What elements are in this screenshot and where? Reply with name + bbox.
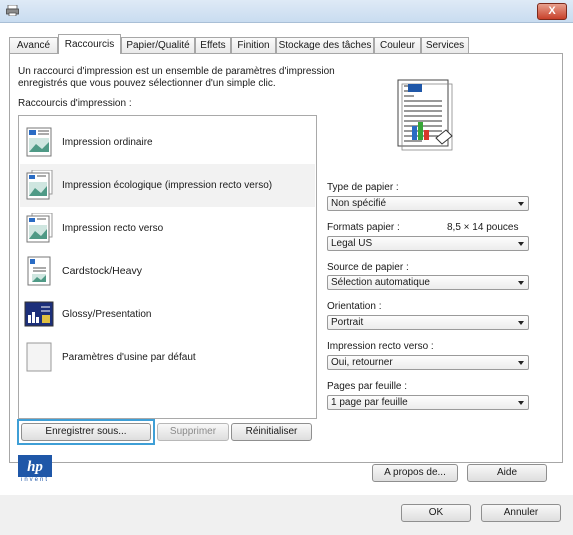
paper-size-value: Legal US	[331, 238, 373, 249]
orientation-select[interactable]: Portrait	[327, 315, 529, 330]
paper-size-label: Formats papier :	[327, 222, 400, 233]
save-as-button[interactable]: Enregistrer sous...	[21, 423, 151, 441]
shortcut-glossy-presentation[interactable]: Glossy/Presentation	[20, 293, 315, 336]
shortcut-label: Paramètres d'usine par défaut	[62, 352, 196, 363]
paper-type-label: Type de papier :	[327, 182, 399, 193]
blank-document-icon	[26, 342, 52, 372]
tab-services[interactable]: Services	[421, 37, 469, 53]
pages-per-sheet-label: Pages par feuille :	[327, 381, 408, 392]
about-button[interactable]: A propos de...	[372, 464, 458, 482]
tab-avance[interactable]: Avancé	[9, 37, 58, 53]
intro-line-2: enregistrés que vous pouvez sélectionner…	[18, 78, 276, 89]
document-preview-icon	[397, 79, 453, 151]
orientation-value: Portrait	[331, 317, 364, 328]
paper-source-value: Sélection automatique	[331, 277, 430, 288]
pages-per-sheet-select[interactable]: 1 page par feuille	[327, 395, 529, 410]
close-button[interactable]: X	[537, 3, 567, 20]
shortcut-label: Impression recto verso	[62, 223, 164, 234]
tab-stockage[interactable]: Stockage des tâches	[276, 37, 374, 53]
cardstock-icon	[27, 256, 51, 286]
paper-size-dimensions: 8,5 × 14 pouces	[447, 222, 519, 233]
shortcut-label: Glossy/Presentation	[62, 309, 152, 320]
ok-button[interactable]: OK	[401, 504, 471, 522]
shortcuts-list[interactable]: Impression ordinaire Impression écologiq…	[18, 115, 317, 419]
help-button[interactable]: Aide	[467, 464, 547, 482]
chevron-down-icon	[518, 281, 524, 285]
hp-logo-icon: hp	[18, 455, 52, 477]
tab-papier-qualite[interactable]: Papier/Qualité	[121, 37, 195, 53]
shortcut-impression-ordinaire[interactable]: Impression ordinaire	[20, 121, 315, 164]
shortcuts-list-label: Raccourcis d'impression :	[18, 98, 132, 109]
hp-tagline: invent	[20, 477, 49, 483]
shortcut-label: Cardstock/Heavy	[62, 265, 142, 277]
presentation-icon	[24, 301, 54, 327]
shortcut-impression-recto-verso[interactable]: Impression recto verso	[20, 207, 315, 250]
svg-text:hp: hp	[27, 459, 43, 475]
chevron-down-icon	[518, 321, 524, 325]
cancel-button[interactable]: Annuler	[481, 504, 561, 522]
duplex-label: Impression recto verso :	[327, 341, 434, 352]
shortcut-label: Impression écologique (impression recto …	[62, 180, 273, 191]
printer-icon	[6, 5, 19, 16]
chevron-down-icon	[518, 202, 524, 206]
title-bar: X	[0, 0, 573, 23]
tab-effets[interactable]: Effets	[195, 37, 231, 53]
tab-couleur[interactable]: Couleur	[374, 37, 421, 53]
duplex-value: Oui, retourner	[331, 357, 393, 368]
paper-source-label: Source de papier :	[327, 262, 409, 273]
paper-source-select[interactable]: Sélection automatique	[327, 275, 529, 290]
shortcut-cardstock[interactable]: Cardstock/Heavy	[20, 250, 315, 293]
paper-size-select[interactable]: Legal US	[327, 236, 529, 251]
reset-button[interactable]: Réinitialiser	[231, 423, 312, 441]
chevron-down-icon	[518, 242, 524, 246]
tab-finition[interactable]: Finition	[231, 37, 276, 53]
hp-logo: hp invent	[18, 455, 52, 485]
shortcut-label: Impression ordinaire	[62, 137, 153, 148]
delete-button[interactable]: Supprimer	[157, 423, 229, 441]
duplex-select[interactable]: Oui, retourner	[327, 355, 529, 370]
chevron-down-icon	[518, 361, 524, 365]
shortcut-impression-ecologique[interactable]: Impression écologique (impression recto …	[20, 164, 315, 207]
chevron-down-icon	[518, 401, 524, 405]
document-landscape-icon	[26, 127, 52, 157]
shortcut-parametres-usine[interactable]: Paramètres d'usine par défaut	[20, 336, 315, 379]
orientation-label: Orientation :	[327, 301, 382, 312]
duplex-document-icon	[26, 170, 53, 200]
tab-raccourcis[interactable]: Raccourcis	[58, 34, 121, 54]
intro-line-1: Un raccourci d'impression est un ensembl…	[18, 66, 335, 77]
duplex-document-icon	[26, 213, 53, 243]
paper-type-value: Non spécifié	[331, 198, 387, 209]
paper-type-select[interactable]: Non spécifié	[327, 196, 529, 211]
pages-per-sheet-value: 1 page par feuille	[331, 397, 408, 408]
